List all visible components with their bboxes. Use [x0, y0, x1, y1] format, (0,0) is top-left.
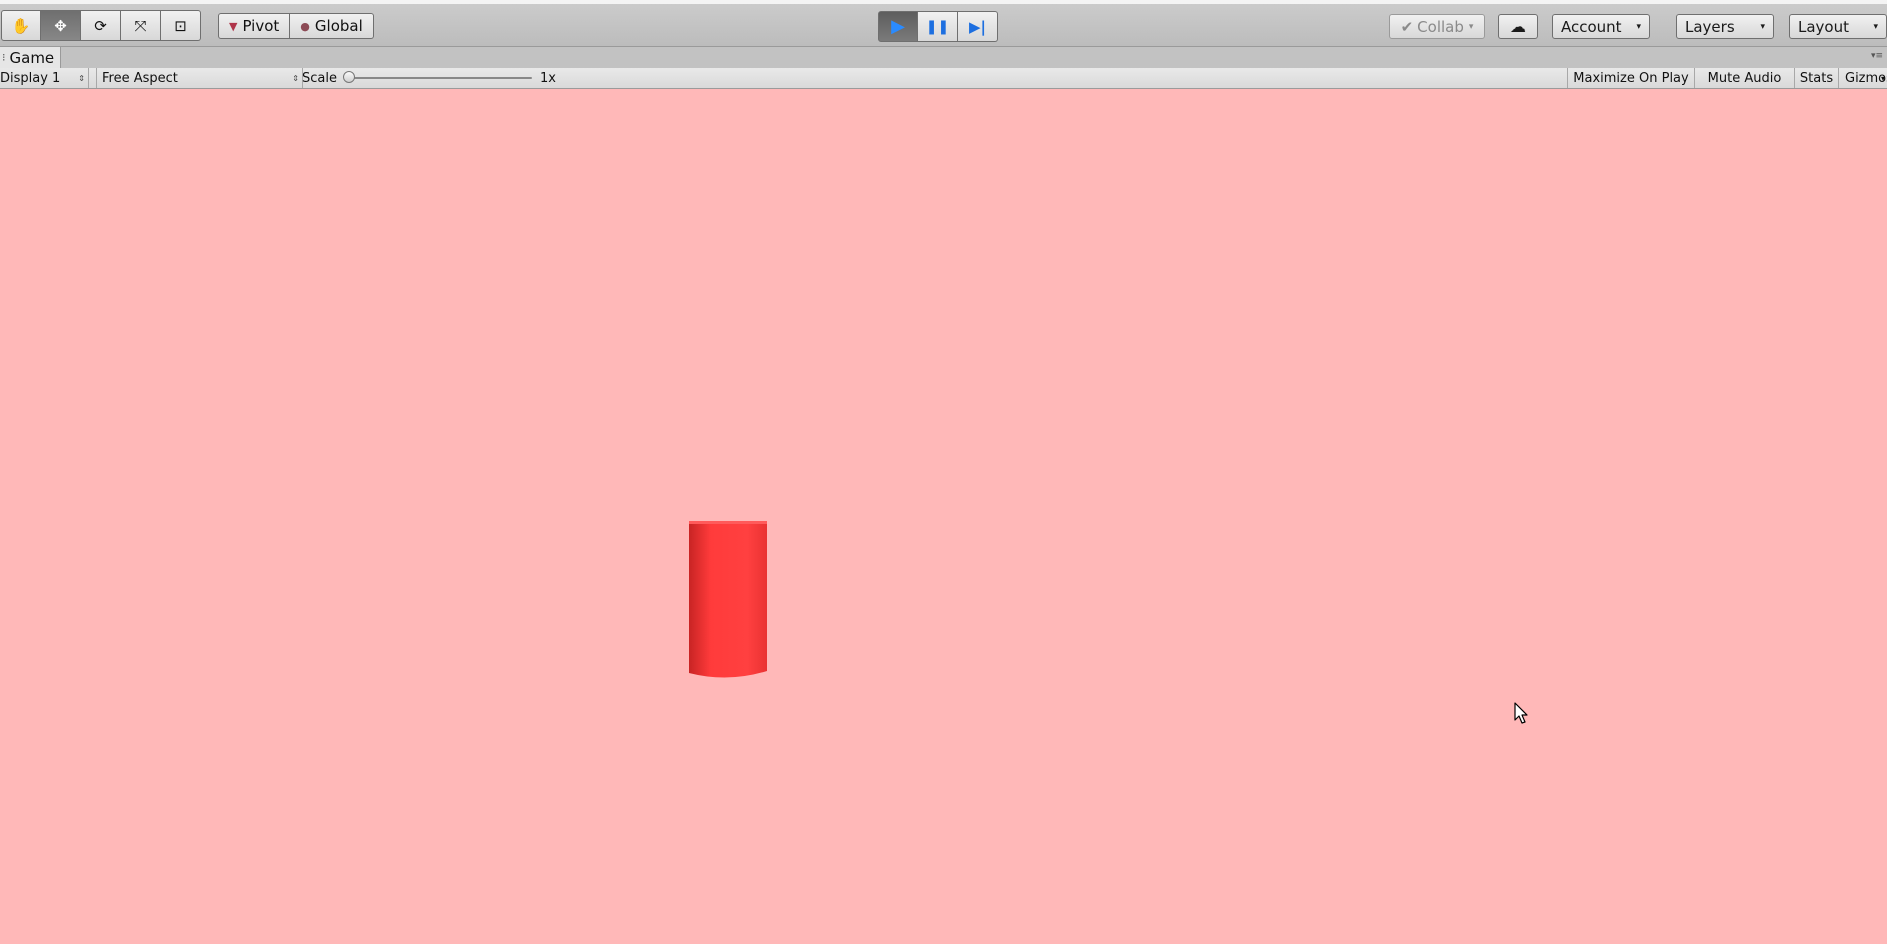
layers-label: Layers	[1685, 17, 1735, 36]
pivot-button[interactable]: ▼ Pivot	[218, 13, 291, 39]
mouse-cursor-icon	[1514, 702, 1528, 724]
handle-position-group: ▼ Pivot ● Global	[218, 13, 374, 39]
gizmos-dropdown[interactable]: Gizmos ▾	[1838, 68, 1887, 88]
hand-tool-button[interactable]: ✋	[1, 10, 41, 41]
scale-icon: ⤧	[134, 16, 147, 35]
move-icon: ✥	[54, 16, 67, 35]
tab-game-label: Game	[9, 48, 55, 67]
main-toolbar: ✋ ✥ ⟳ ⤧ ⊡ ▼ Pivot ● Global ▶ ❚❚ ▶| ✔ Col…	[0, 4, 1887, 47]
collab-button[interactable]: ✔ Collab ▾	[1389, 14, 1485, 39]
chevron-down-icon: ▾	[1636, 21, 1641, 32]
global-button[interactable]: ● Global	[290, 13, 374, 39]
chevron-down-icon: ▾	[1760, 21, 1765, 32]
scale-tool-button[interactable]: ⤧	[121, 10, 161, 41]
aspect-dropdown[interactable]: Free Aspect ⇕	[96, 68, 303, 88]
move-tool-button[interactable]: ✥	[41, 10, 81, 41]
collab-label: Collab	[1417, 17, 1464, 36]
pivot-icon: ▼	[229, 19, 238, 33]
scale-slider-track[interactable]	[350, 77, 532, 79]
cloud-button[interactable]: ☁	[1498, 14, 1538, 39]
transform-tools: ✋ ✥ ⟳ ⤧ ⊡	[1, 10, 201, 41]
updown-arrows-icon: ⇕	[292, 73, 299, 83]
rotate-tool-button[interactable]: ⟳	[81, 10, 121, 41]
check-icon: ✔	[1400, 17, 1414, 36]
display-dropdown[interactable]: Display 1 ⇕	[0, 68, 89, 88]
chevron-down-icon: ▾	[1873, 21, 1878, 32]
play-button[interactable]: ▶	[878, 11, 918, 42]
pause-icon: ❚❚	[925, 18, 950, 35]
globe-icon: ●	[300, 19, 310, 33]
account-label: Account	[1561, 17, 1622, 36]
hand-icon: ✋	[11, 16, 31, 35]
chevron-down-icon: ▾	[1880, 73, 1885, 83]
play-icon: ▶	[891, 16, 905, 37]
pivot-label: Pivot	[242, 17, 280, 35]
aspect-label: Free Aspect	[102, 70, 178, 86]
red-cylinder	[689, 521, 767, 678]
step-button[interactable]: ▶|	[958, 11, 998, 42]
rect-tool-button[interactable]: ⊡	[161, 10, 201, 41]
maximize-on-play-toggle[interactable]: Maximize On Play	[1567, 68, 1694, 88]
rect-transform-icon: ⊡	[174, 16, 187, 35]
step-icon: ▶|	[968, 17, 986, 36]
scale-slider-thumb[interactable]	[343, 71, 355, 83]
rotate-icon: ⟳	[94, 16, 107, 35]
game-view-icon: ⁝	[2, 51, 6, 64]
layout-dropdown[interactable]: Layout ▾	[1789, 14, 1887, 39]
layout-label: Layout	[1798, 17, 1849, 36]
playback-controls: ▶ ❚❚ ▶|	[878, 11, 998, 42]
game-tab-bar: ⁝ Game ▾≡	[0, 47, 1887, 68]
display-label: Display 1	[0, 70, 61, 86]
game-viewport[interactable]	[0, 89, 1887, 944]
global-label: Global	[314, 17, 363, 35]
game-view-toolbar: Display 1 ⇕ Free Aspect ⇕ Scale 1x Maxim…	[0, 68, 1887, 89]
tab-game[interactable]: ⁝ Game	[0, 47, 62, 68]
updown-arrows-icon: ⇕	[78, 73, 85, 83]
scale-label: Scale	[302, 70, 337, 86]
cloud-icon: ☁	[1510, 17, 1526, 36]
account-dropdown[interactable]: Account ▾	[1552, 14, 1650, 39]
layers-dropdown[interactable]: Layers ▾	[1676, 14, 1774, 39]
scale-value: 1x	[540, 70, 556, 86]
stats-toggle[interactable]: Stats	[1794, 68, 1838, 88]
mute-audio-toggle[interactable]: Mute Audio	[1694, 68, 1794, 88]
pause-button[interactable]: ❚❚	[918, 11, 958, 42]
tab-menu-icon[interactable]: ▾≡	[1871, 51, 1883, 61]
chevron-down-icon: ▾	[1468, 21, 1474, 32]
